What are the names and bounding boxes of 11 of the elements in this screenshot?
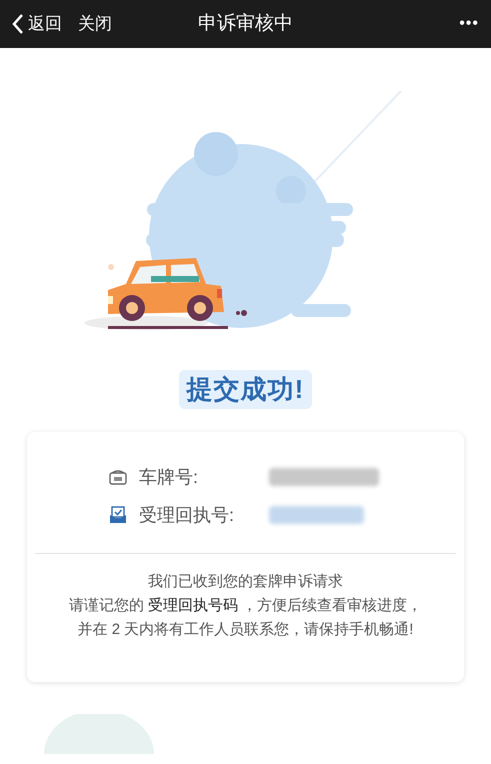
back-icon xyxy=(12,13,24,35)
field-label: 受理回执号: xyxy=(139,504,236,526)
notice-message: 我们已收到您的套牌申诉请求 请谨记您的 受理回执号码 ，方便后续查看审核进度， 并在 2 天内将有工作人员联系您，请保持手机畅通! xyxy=(68,572,424,640)
receipt-icon xyxy=(109,506,127,524)
field-label: 车牌号: xyxy=(139,466,200,488)
page-title: 申诉审核中 xyxy=(197,12,294,36)
back-button[interactable]: 返回 xyxy=(12,11,62,37)
success-title: 提交成功! xyxy=(178,370,312,409)
more-button[interactable]: ••• xyxy=(459,12,479,36)
close-button[interactable]: 关闭 xyxy=(78,11,112,37)
plate-icon xyxy=(109,469,127,485)
